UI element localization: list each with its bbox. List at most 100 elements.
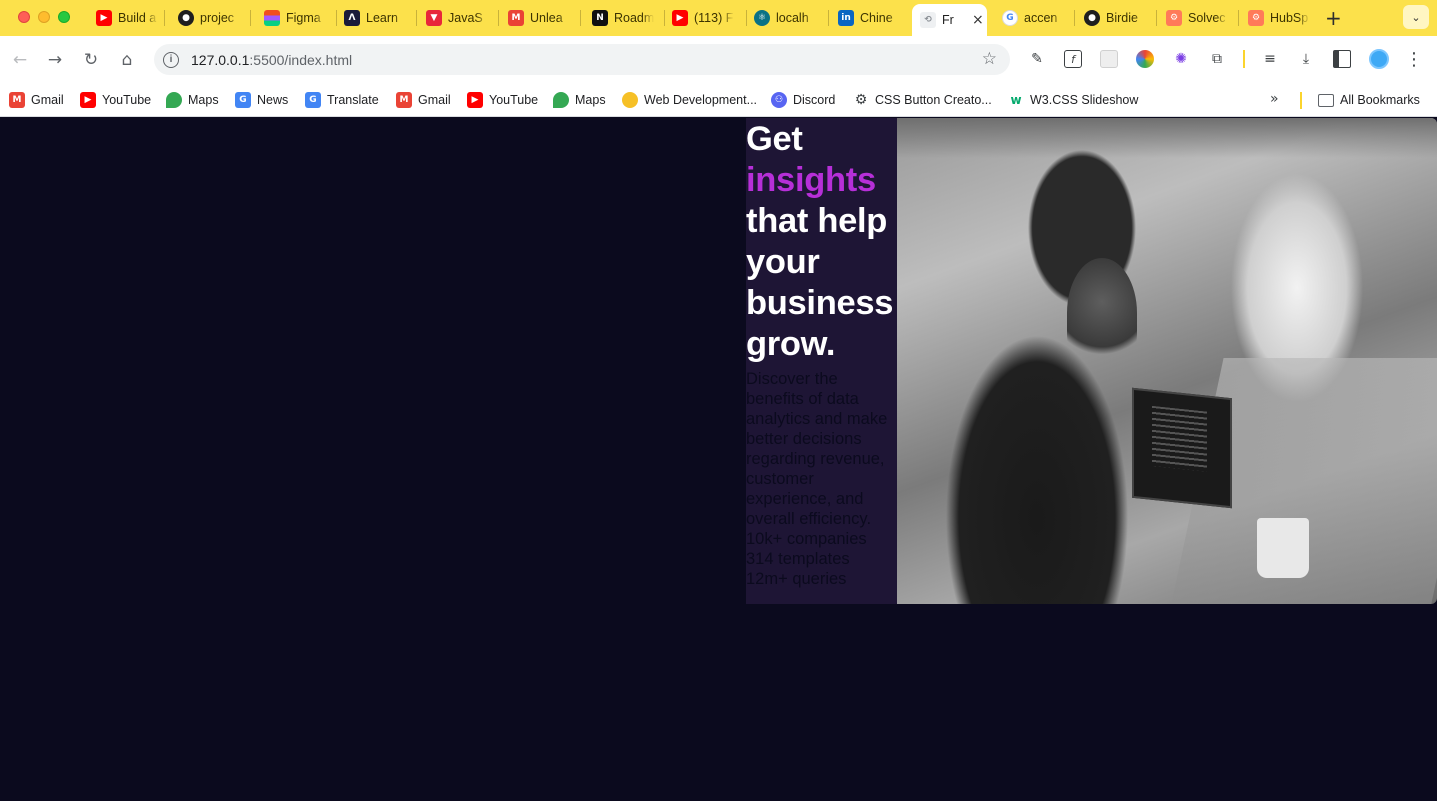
tab-separator [1238,10,1239,26]
bookmark-news[interactable]: G News [235,90,288,110]
maximize-window-button[interactable] [58,11,70,23]
tab-hubsp[interactable]: ⚙ HubSp [1240,4,1318,32]
bookmark-web-development[interactable]: Web Development... [622,90,757,110]
maps-icon [166,92,182,108]
fx-icon[interactable]: f [1064,50,1082,68]
bookmarks-overflow-button[interactable]: » [1270,91,1279,107]
tab-accen[interactable]: G accen [994,4,1072,32]
address-url[interactable]: 127.0.0.1:5500/index.html [191,52,352,68]
bookmark-youtube-2[interactable]: ▶ YouTube [467,90,538,110]
hero-team-photo [897,118,1437,604]
notion-icon: N [592,10,608,26]
gear-icon: ⚙ [854,92,868,108]
tab-active-fr[interactable]: ⟲ Fr × [912,4,987,36]
maps-icon [553,92,569,108]
tab-learn[interactable]: Λ Learn [336,4,412,32]
w3-icon: w [1010,93,1022,107]
bookmark-css-button-creator[interactable]: ⚙ CSS Button Creato... [853,90,992,110]
bookmark-translate[interactable]: G Translate [305,90,379,110]
tab-javas[interactable]: ▼ JavaS [418,4,494,32]
discord-icon: ⚇ [771,92,787,108]
learn-icon: Λ [344,10,360,26]
tab-localh[interactable]: ⚛ localh [746,4,824,32]
tab-unlea[interactable]: M Unlea [500,4,578,32]
photo-window-shadow [897,118,1437,158]
tab-separator [580,10,581,26]
bookmark-discord[interactable]: ⚇ Discord [771,90,835,110]
forward-button[interactable]: → [43,48,67,72]
photo-flowers [1067,258,1137,368]
new-tab-button[interactable]: + [1325,6,1342,30]
stat-templates: 314 templates [746,550,850,568]
eyedropper-icon[interactable]: ✎ [1028,50,1046,68]
tab-build-a[interactable]: ▶ Build a [88,4,160,32]
photo-mug [1257,518,1309,578]
all-bookmarks-button[interactable]: All Bookmarks [1318,90,1420,110]
media-queue-icon[interactable]: ≡ [1261,50,1279,68]
download-icon[interactable]: ⤓ [1297,50,1315,68]
tab-search-button[interactable]: ⌄ [1403,5,1429,29]
close-window-button[interactable] [18,11,30,23]
address-bar[interactable]: i 127.0.0.1:5500/index.html ☆ [154,44,1010,75]
minimize-window-button[interactable] [38,11,50,23]
react-icon: ⚛ [754,10,770,26]
hero-headline: Get insights that help your business gro… [746,118,897,365]
puzzle-icon[interactable]: ⧉ [1208,50,1226,68]
hubspot-icon: ⚙ [1166,10,1182,26]
youtube-icon: ▶ [80,92,96,108]
javascript-icon: ▼ [426,10,442,26]
figma-icon [264,10,280,26]
tab-strip: ▶ Build a ● projec Figma Λ Learn ▼ JavaS… [0,0,1437,36]
tab-birdie[interactable]: ● Birdie [1076,4,1154,32]
lightbulb-icon [622,92,638,108]
bookmarks-bar: M Gmail ▶ YouTube Maps G News G Translat… [0,83,1437,117]
github-icon: ● [1084,10,1100,26]
menu-icon[interactable]: ⋮ [1405,49,1423,70]
gmail-icon: M [9,92,25,108]
color-wheel-icon[interactable] [1136,50,1154,68]
headline-accent: insights [746,161,876,199]
tab-projec[interactable]: ● projec [170,4,246,32]
tab-roadm[interactable]: N Roadm [584,4,662,32]
tab-separator [1074,10,1075,26]
tab-separator [164,10,165,26]
reload-button[interactable]: ↻ [79,48,103,72]
home-button[interactable]: ⌂ [115,48,139,72]
bookmark-maps[interactable]: Maps [166,90,219,110]
linkedin-icon: in [838,10,854,26]
page-icon: ⟲ [920,12,936,28]
gear-flower-icon[interactable]: ✺ [1172,50,1190,68]
folder-icon [1318,93,1334,107]
tab-separator [416,10,417,26]
back-button[interactable]: ← [8,48,32,72]
sidepanel-icon[interactable] [1333,50,1351,68]
bookmark-star-icon[interactable]: ☆ [982,49,997,69]
tab-youtube-113[interactable]: ▶ (113) F [664,4,744,32]
tab-separator [828,10,829,26]
youtube-icon: ▶ [96,10,112,26]
bookmark-gmail-2[interactable]: M Gmail [396,90,451,110]
tab-figma[interactable]: Figma [256,4,332,32]
tab-solvec[interactable]: ⚙ Solvec [1158,4,1236,32]
profile-avatar[interactable] [1369,49,1389,69]
hero-description: Discover the benefits of data analytics … [746,370,888,528]
bookmark-maps-2[interactable]: Maps [553,90,606,110]
bookmark-youtube[interactable]: ▶ YouTube [80,90,151,110]
close-tab-icon[interactable]: × [972,12,984,28]
youtube-icon: ▶ [467,92,483,108]
placeholder-icon[interactable] [1100,50,1118,68]
hubspot-icon: ⚙ [1248,10,1264,26]
google-icon: G [1002,10,1018,26]
bookmark-w3css-slideshow[interactable]: w W3.CSS Slideshow [1008,90,1138,110]
translate-icon: G [305,92,321,108]
tab-separator [498,10,499,26]
bookmark-gmail[interactable]: M Gmail [9,90,64,110]
tab-chine[interactable]: in Chine [830,4,908,32]
stat-queries: 12m+ queries [746,570,847,588]
news-icon: G [235,92,251,108]
youtube-icon: ▶ [672,10,688,26]
page-viewport: Get insights that help your business gro… [0,118,1437,801]
toolbar-divider [1243,50,1245,68]
site-info-icon[interactable]: i [163,51,179,68]
gmail-icon: M [508,10,524,26]
